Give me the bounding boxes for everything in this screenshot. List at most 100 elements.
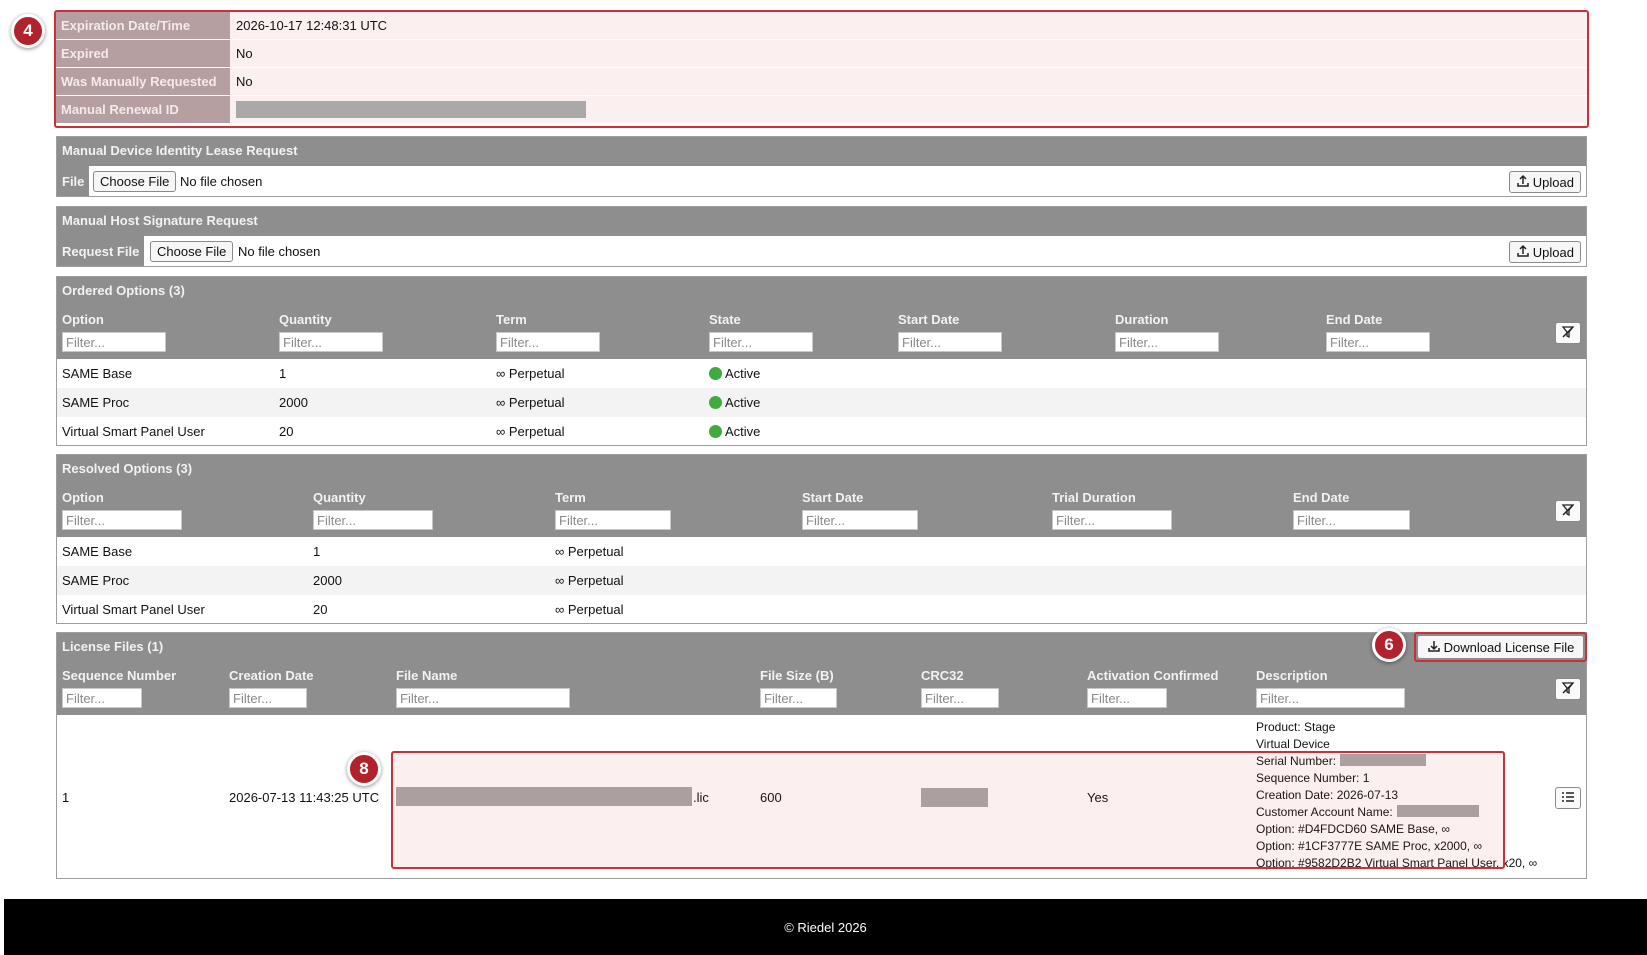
lease-upload-label: Upload [1532, 174, 1574, 190]
filter-term[interactable] [496, 332, 600, 352]
col-start-date: Start Date [802, 490, 864, 505]
filter-start-date[interactable] [802, 510, 918, 530]
infinity-icon: ∞ [496, 395, 509, 410]
filter-start-date[interactable] [898, 332, 1002, 352]
redacted-file-name [396, 787, 692, 806]
col-quantity: Quantity [279, 312, 332, 327]
clear-filters-button[interactable] [1555, 500, 1581, 522]
filter-quantity[interactable] [313, 510, 433, 530]
cell-state: Active [709, 424, 760, 439]
host-choose-file-label: Choose File [157, 244, 227, 259]
term-text: Perpetual [508, 424, 565, 439]
details-row-expired: Expired No [56, 40, 1587, 67]
filter-description[interactable] [1256, 688, 1405, 708]
cell-term: ∞ Perpetual [555, 573, 624, 588]
active-status-icon [709, 367, 722, 380]
cell-term: ∞ Perpetual [496, 366, 565, 381]
col-activation-confirmed: Activation Confirmed [1087, 668, 1219, 683]
details-panel: Expiration Date/Time 2026-10-17 12:48:31… [56, 12, 1587, 126]
filter-file-size[interactable] [760, 688, 837, 708]
cell-state: Active [709, 395, 760, 410]
host-upload-button[interactable]: Upload [1508, 241, 1581, 263]
ordered-options-panel: Ordered Options (3) Option Quantity Term… [56, 276, 1587, 446]
filter-option[interactable] [62, 510, 182, 530]
col-term: Term [496, 312, 527, 327]
download-license-label: Download License File [1443, 639, 1575, 655]
table-row: Virtual Smart Panel User 20 ∞ Perpetual … [57, 417, 1586, 446]
filter-state[interactable] [709, 332, 813, 352]
download-license-file-button[interactable]: Download License File [1417, 635, 1584, 659]
table-row: SAME Proc 2000 ∞ Perpetual [57, 566, 1586, 595]
redacted-renewal-id [236, 101, 586, 118]
col-trial-duration: Trial Duration [1052, 490, 1136, 505]
cell-quantity: 2000 [279, 395, 308, 410]
clear-filter-icon [1561, 681, 1575, 698]
filter-end-date[interactable] [1326, 332, 1430, 352]
details-row-manually-requested: Was Manually Requested No [56, 68, 1587, 95]
infinity-icon: ∞ [496, 424, 509, 439]
filter-quantity[interactable] [279, 332, 383, 352]
footer: © Riedel 2026 [4, 899, 1647, 955]
host-request-title: Manual Host Signature Request [62, 213, 258, 228]
state-text: Active [725, 424, 761, 439]
filter-end-date[interactable] [1293, 510, 1410, 530]
col-state: State [709, 312, 741, 327]
license-files-header: License Files (1) Sequence Number Creati… [57, 633, 1586, 715]
term-text: Perpetual [567, 573, 624, 588]
filter-duration[interactable] [1115, 332, 1219, 352]
col-description: Description [1256, 668, 1328, 683]
clear-filters-button[interactable] [1555, 322, 1581, 344]
table-row: SAME Base 1 ∞ Perpetual Active [57, 359, 1586, 388]
col-duration: Duration [1115, 312, 1169, 327]
infinity-icon: ∞ [555, 544, 568, 559]
upload-icon [1516, 174, 1530, 191]
col-option: Option [62, 490, 104, 505]
lease-choose-file-button[interactable]: Choose File [93, 171, 177, 192]
cell-term: ∞ Perpetual [496, 395, 565, 410]
filter-crc32[interactable] [921, 688, 999, 708]
details-row-expiration: Expiration Date/Time 2026-10-17 12:48:31… [56, 12, 1587, 39]
table-row: 1 2026-07-13 11:43:25 UTC .lic 600 Yes [57, 715, 1586, 878]
cell-term: ∞ Perpetual [555, 602, 624, 617]
host-choose-file-button[interactable]: Choose File [150, 241, 234, 262]
filter-creation-date[interactable] [229, 688, 307, 708]
lease-file-label: File [62, 174, 85, 189]
clear-filters-button[interactable] [1555, 678, 1581, 700]
col-crc32: CRC32 [921, 668, 964, 683]
filter-option[interactable] [62, 332, 166, 352]
marker-4: 4 [11, 14, 45, 48]
cell-option: SAME Base [62, 366, 133, 381]
details-label: Expired [56, 40, 230, 67]
clear-filter-icon [1561, 325, 1575, 342]
redacted-crc32 [921, 788, 988, 807]
license-files-panel: License Files (1) Sequence Number Creati… [56, 632, 1587, 879]
cell-option: Virtual Smart Panel User [62, 424, 205, 439]
upload-icon [1516, 244, 1530, 261]
host-upload-label: Upload [1532, 244, 1574, 260]
cell-option: SAME Proc [62, 395, 130, 410]
host-no-file-text: No file chosen [238, 244, 321, 259]
filter-term[interactable] [555, 510, 671, 530]
filter-sequence-number[interactable] [62, 688, 142, 708]
license-details-button[interactable] [1555, 787, 1581, 809]
license-files-title: License Files (1) [62, 639, 164, 654]
ordered-options-title: Ordered Options (3) [62, 283, 185, 298]
resolved-options-panel: Resolved Options (3) Option Quantity Ter… [56, 454, 1587, 624]
lease-request-header: Manual Device Identity Lease Request [57, 137, 1586, 166]
filter-trial-duration[interactable] [1052, 510, 1172, 530]
col-end-date: End Date [1293, 490, 1350, 505]
filter-file-name[interactable] [396, 688, 570, 708]
filter-activation-confirmed[interactable] [1087, 688, 1167, 708]
cell-option: Virtual Smart Panel User [62, 602, 205, 617]
list-icon [1561, 791, 1575, 806]
marker-6: 6 [1372, 628, 1406, 662]
lease-choose-file-label: Choose File [100, 174, 170, 189]
lease-upload-button[interactable]: Upload [1508, 171, 1581, 193]
state-text: Active [725, 366, 761, 381]
cell-option: SAME Proc [62, 573, 130, 588]
cell-activation-confirmed: Yes [1087, 790, 1109, 805]
cell-file-size: 600 [760, 790, 782, 805]
term-text: Perpetual [508, 395, 565, 410]
cell-quantity: 20 [279, 424, 294, 439]
infinity-icon: ∞ [555, 602, 568, 617]
